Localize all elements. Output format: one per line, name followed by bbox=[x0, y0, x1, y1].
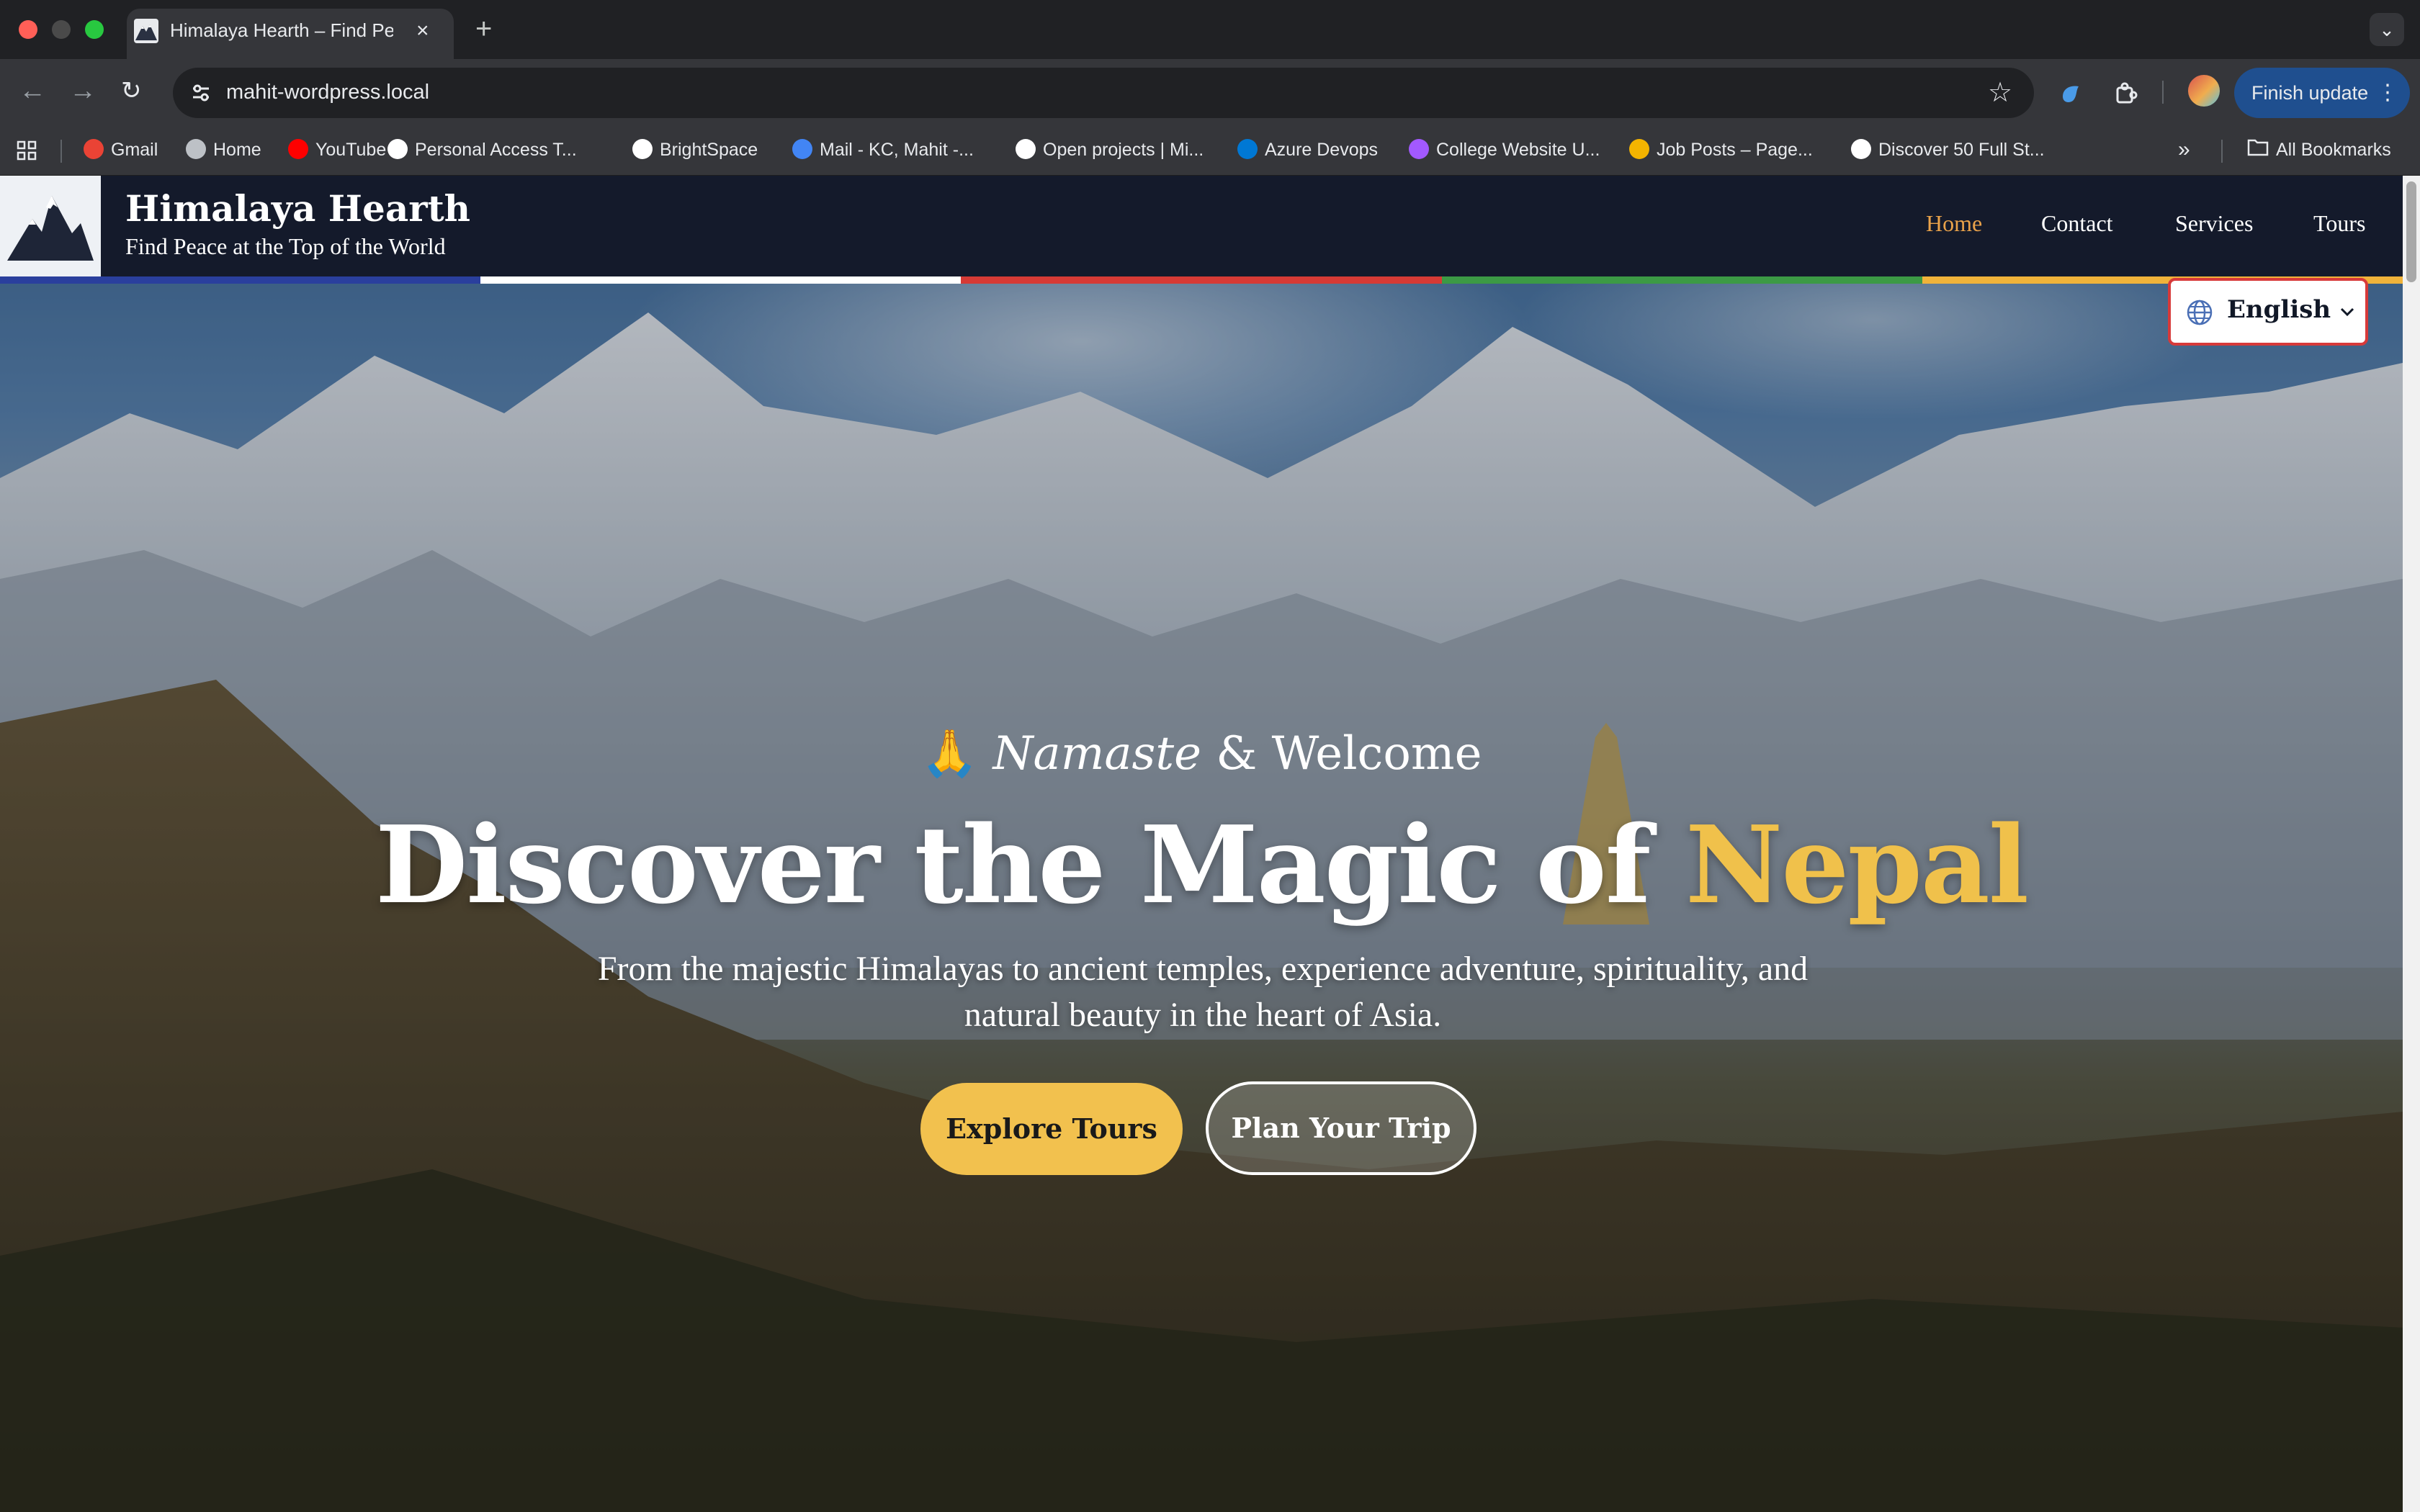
site-favicon-icon bbox=[134, 19, 158, 43]
window-close-button[interactable] bbox=[19, 20, 37, 39]
tab-close-icon[interactable]: × bbox=[416, 19, 429, 43]
scrollbar-thumb[interactable] bbox=[2406, 181, 2416, 282]
forward-arrow-icon[interactable]: → bbox=[69, 75, 97, 107]
bookmark-label: Gmail bbox=[111, 140, 158, 160]
hero-subtitle: From the majestic Himalayas to ancient t… bbox=[597, 950, 1809, 1034]
github-icon bbox=[387, 139, 408, 160]
bookmark-item[interactable]: Mail - KC, Mahit -... bbox=[792, 137, 974, 163]
site-info-icon[interactable] bbox=[189, 81, 213, 105]
mail-icon bbox=[792, 139, 812, 160]
bookmark-item[interactable]: YouTube bbox=[288, 137, 386, 163]
bookmark-item[interactable]: Home bbox=[186, 137, 261, 163]
projects-icon bbox=[1016, 139, 1036, 160]
gmail-icon bbox=[84, 139, 104, 160]
bookmark-item[interactable]: Discover 50 Full St... bbox=[1851, 137, 2045, 163]
bookmark-label: Mail - KC, Mahit -... bbox=[820, 140, 974, 160]
plan-your-trip-button[interactable]: Plan Your Trip bbox=[1206, 1081, 1476, 1175]
hero-welcome: 🙏 Namaste & Welcome bbox=[0, 726, 2403, 780]
explore-tours-button[interactable]: Explore Tours bbox=[920, 1083, 1183, 1175]
bookmark-item[interactable]: Job Posts – Page... bbox=[1629, 137, 1813, 163]
bookmarks-bar: Gmail Home YouTube Personal Access T... Brig… bbox=[0, 125, 2420, 176]
tab-title: Himalaya Hearth – Find Peace at the Top … bbox=[170, 19, 393, 41]
bookmark-label: Discover 50 Full St... bbox=[1878, 140, 2045, 160]
bookmark-item[interactable]: BrightSpace bbox=[632, 137, 758, 163]
folder-icon bbox=[2247, 138, 2269, 163]
bookmark-label: BrightSpace bbox=[660, 140, 758, 160]
back-arrow-icon[interactable]: ← bbox=[19, 75, 46, 107]
hero-title-main: Discover the Magic of bbox=[375, 802, 1685, 927]
bookmark-label: College Website U... bbox=[1436, 140, 1600, 160]
welcome-namaste: Namaste bbox=[992, 727, 1201, 780]
hero-title-accent: Nepal bbox=[1685, 802, 2029, 927]
info-icon bbox=[1851, 139, 1871, 160]
d2l-icon bbox=[632, 139, 653, 160]
address-bar[interactable]: mahit-wordpress.local ☆ bbox=[173, 68, 2034, 118]
bookmark-label: YouTube bbox=[315, 140, 387, 160]
bookmark-label: Job Posts – Page... bbox=[1657, 140, 1813, 160]
azure-icon bbox=[1237, 139, 1258, 160]
more-menu-icon[interactable]: ⋮ bbox=[2377, 68, 2398, 118]
bookmark-label: Personal Access T... bbox=[415, 140, 577, 160]
globe-icon bbox=[186, 139, 206, 160]
browser-tab-active[interactable]: Himalaya Hearth – Find Peace at the Top … bbox=[127, 9, 454, 59]
finish-update-label: Finish update bbox=[2251, 82, 2369, 104]
bookmark-item[interactable]: Personal Access T... bbox=[387, 137, 577, 163]
bookmark-item[interactable]: Gmail bbox=[84, 137, 158, 163]
tab-search-chevron-icon[interactable]: ⌄ bbox=[2370, 13, 2404, 46]
hero-section: 🙏 Namaste & Welcome Discover the Magic o… bbox=[0, 176, 2403, 1512]
bookmark-star-icon[interactable]: ☆ bbox=[1988, 76, 2012, 109]
hero-title: Discover the Magic of Nepal bbox=[0, 802, 2403, 927]
youtube-icon bbox=[288, 139, 308, 160]
bookmark-label: Azure Devops bbox=[1265, 140, 1379, 160]
bookmark-item[interactable]: Azure Devops bbox=[1237, 137, 1378, 163]
url-text[interactable]: mahit-wordpress.local bbox=[226, 81, 429, 104]
bookmarks-divider bbox=[2221, 140, 2223, 163]
browser-toolbar: ← → ↻ mahit-wordpress.local ☆ Finish upd… bbox=[0, 59, 2420, 125]
reload-icon[interactable]: ↻ bbox=[121, 75, 142, 107]
apps-grid-icon[interactable] bbox=[16, 137, 37, 163]
jobs-icon bbox=[1629, 139, 1649, 160]
praying-hands-icon: 🙏 bbox=[920, 727, 979, 780]
bookmark-label: Home bbox=[213, 140, 261, 160]
profile-avatar[interactable] bbox=[2188, 75, 2220, 107]
bookmark-item[interactable]: Open projects | Mi... bbox=[1016, 137, 1204, 163]
page-scrollbar[interactable] bbox=[2403, 176, 2420, 1512]
all-bookmarks-label: All Bookmarks bbox=[2276, 140, 2391, 160]
bookmark-item[interactable]: College Website U... bbox=[1409, 137, 1600, 163]
window-maximize-button[interactable] bbox=[85, 20, 104, 39]
finish-update-button[interactable]: Finish update ⋮ bbox=[2234, 68, 2410, 118]
extensions-puzzle-icon[interactable] bbox=[2113, 81, 2139, 107]
web-page: Himalaya Hearth Find Peace at the Top of… bbox=[0, 176, 2403, 1512]
window-minimize-button[interactable] bbox=[52, 20, 71, 39]
bookmarks-divider bbox=[60, 140, 62, 163]
bookmark-label: Open projects | Mi... bbox=[1043, 140, 1204, 160]
extension-icon[interactable] bbox=[2058, 81, 2084, 107]
figma-icon bbox=[1409, 139, 1429, 160]
welcome-rest: & Welcome bbox=[1201, 727, 1482, 780]
new-tab-button[interactable]: + bbox=[475, 13, 492, 45]
all-bookmarks-folder[interactable]: All Bookmarks bbox=[2247, 137, 2391, 163]
bookmarks-overflow-icon[interactable]: » bbox=[2178, 137, 2190, 163]
browser-tab-bar: Himalaya Hearth – Find Peace at the Top … bbox=[0, 0, 2420, 59]
toolbar-divider bbox=[2162, 81, 2164, 104]
